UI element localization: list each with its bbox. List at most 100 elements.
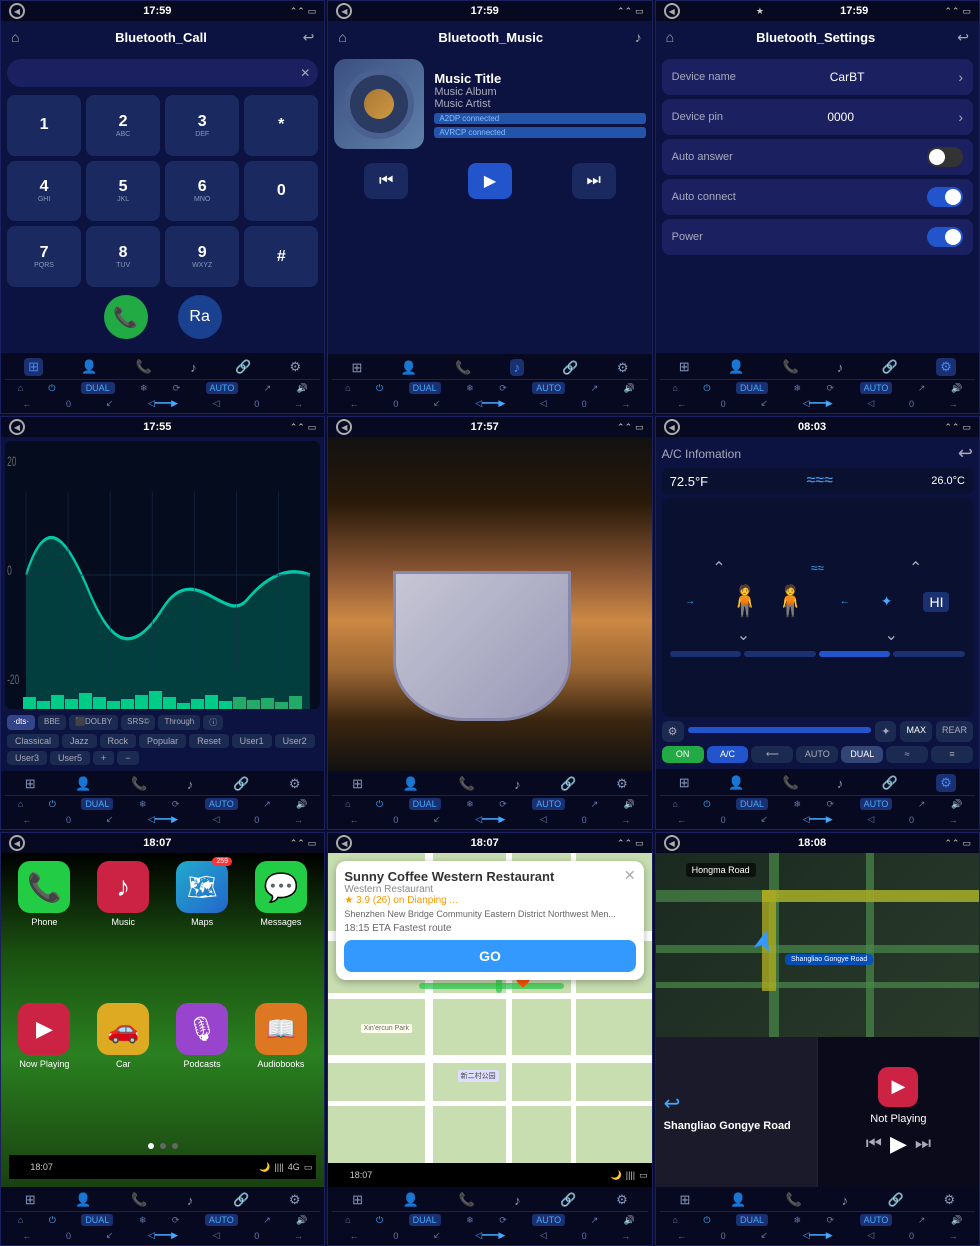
dial-star[interactable]: *	[244, 95, 318, 156]
tb-link-p5[interactable]: 🔗	[560, 776, 576, 792]
back-button-p6[interactable]: ◀	[664, 419, 680, 435]
tb-tdown-p8[interactable]: ↙	[433, 1230, 441, 1241]
tb-phone-p6[interactable]: 📞	[782, 775, 798, 791]
tb-vol-p6[interactable]: 🔊	[951, 799, 962, 810]
ac-slider-2[interactable]	[744, 651, 816, 657]
tb-vol-p8[interactable]: 🔊	[624, 1215, 635, 1226]
tb-snow-p8[interactable]: ❄	[466, 1215, 474, 1226]
ac-rear-defrost-btn[interactable]: ≡	[931, 746, 973, 763]
tb-grid-p7[interactable]: ⊞	[25, 1192, 36, 1208]
tb-fan-p9[interactable]: ⟳	[827, 1215, 835, 1226]
tb-person-p4[interactable]: 👤	[75, 776, 91, 792]
device-name-row[interactable]: Device name CarBT ›	[662, 59, 973, 95]
tb-person-p3[interactable]: 👤	[728, 359, 744, 375]
tb-dual-p2[interactable]: DUAL	[409, 382, 441, 394]
tb-tdown-p5[interactable]: ↙	[433, 814, 441, 825]
ac-dual-btn[interactable]: DUAL	[841, 746, 883, 763]
tb-left-arrow-p1[interactable]: ←	[22, 399, 31, 409]
nav-next-btn[interactable]: ⏭	[915, 1133, 931, 1154]
tb-grid-icon-p1[interactable]: ⊞	[24, 358, 43, 376]
tb-link-p9[interactable]: 🔗	[888, 1192, 904, 1208]
app-car[interactable]: 🚗 Car	[88, 1003, 159, 1137]
dial-3[interactable]: 3DEF	[165, 95, 239, 156]
tb-cold-p8[interactable]: ◁	[540, 1230, 547, 1241]
tb-music-p4[interactable]: ♪	[187, 777, 194, 792]
tb-gear-icon-p2[interactable]: ⚙	[617, 360, 629, 376]
tb-right-p8[interactable]: →	[621, 1231, 630, 1241]
tb-music-p8[interactable]: ♪	[514, 1193, 521, 1208]
preset-user1[interactable]: User1	[232, 734, 272, 748]
tb-power-p4[interactable]: ⏻	[49, 799, 56, 810]
tb-snow-p5[interactable]: ❄	[466, 799, 474, 810]
tb-tdown-p2[interactable]: ↙	[433, 398, 441, 409]
tb-power-p8[interactable]: ⏻	[376, 1215, 383, 1226]
close-icon-p3[interactable]: ↩	[957, 29, 969, 46]
tb-snow-p2[interactable]: ❄	[466, 383, 474, 394]
preset-minus[interactable]: −	[117, 751, 138, 765]
tb-link-p4[interactable]: 🔗	[233, 776, 249, 792]
tb-gear-p4[interactable]: ⚙	[289, 776, 301, 792]
tb-snow-p4[interactable]: ❄	[139, 799, 147, 810]
tb-left-p5[interactable]: ←	[350, 815, 359, 825]
tb-gear-p9[interactable]: ⚙	[943, 1192, 955, 1208]
search-input-p1[interactable]	[15, 67, 300, 79]
device-pin-row[interactable]: Device pin 0000 ›	[662, 99, 973, 135]
tb-slider-p3[interactable]: ◁━━━▶	[803, 398, 833, 409]
tb-dir-p6[interactable]: ↗	[918, 799, 926, 810]
tb-temp-cold-p1[interactable]: ◁	[213, 398, 220, 409]
tb-music-p7[interactable]: ♪	[187, 1193, 194, 1208]
tb-snow-p3[interactable]: ❄	[793, 383, 801, 394]
tb-person-p6[interactable]: 👤	[728, 775, 744, 791]
tb-right-p5[interactable]: →	[621, 815, 630, 825]
dial-9[interactable]: 9WXYZ	[165, 226, 239, 287]
tb-slider-p4[interactable]: ◁━━━▶	[148, 814, 178, 825]
auto-connect-toggle[interactable]	[927, 187, 963, 207]
auto-answer-toggle[interactable]	[927, 147, 963, 167]
tb-tdown-p7[interactable]: ↙	[106, 1230, 114, 1241]
tb-music-p6[interactable]: ♪	[837, 776, 844, 791]
tb-vol-p9[interactable]: 🔊	[951, 1215, 962, 1226]
tb-phone-p9[interactable]: 📞	[786, 1192, 802, 1208]
tb-home-p1[interactable]: ⌂	[18, 383, 23, 393]
tb-auto-p6[interactable]: AUTO	[860, 798, 893, 810]
tb-dir-p2[interactable]: ↗	[591, 383, 599, 394]
tb-person-p7[interactable]: 👤	[75, 1192, 91, 1208]
app-podcasts[interactable]: 🎙 Podcasts	[167, 1003, 238, 1137]
tb-link-icon-p1[interactable]: 🔗	[235, 359, 251, 375]
dial-hash[interactable]: #	[244, 226, 318, 287]
tb-right-p3[interactable]: →	[949, 399, 958, 409]
tb-fan-p4[interactable]: ⟳	[172, 799, 180, 810]
app-audiobooks[interactable]: 📖 Audiobooks	[245, 1003, 316, 1137]
go-button[interactable]: GO	[344, 940, 635, 972]
tb-auto-p5[interactable]: AUTO	[532, 798, 565, 810]
tb-music-p9[interactable]: ♪	[842, 1193, 849, 1208]
ac-slider-1[interactable]	[670, 651, 742, 657]
dot-2[interactable]	[160, 1143, 166, 1149]
tb-music-icon-p2[interactable]: ♪	[510, 359, 525, 376]
tb-fan-p5[interactable]: ⟳	[499, 799, 507, 810]
tb-home-p6[interactable]: ⌂	[672, 799, 677, 809]
poi-close-button[interactable]: ✕	[624, 867, 636, 884]
preset-jazz[interactable]: Jazz	[62, 734, 97, 748]
tb-dual-p3[interactable]: DUAL	[736, 382, 768, 394]
ac-slider-3[interactable]	[819, 651, 891, 657]
close-icon-p1[interactable]: ↩	[303, 29, 315, 46]
tb-dir-p9[interactable]: ↗	[918, 1215, 926, 1226]
search-clear-p1[interactable]: ✕	[300, 66, 310, 80]
tb-right-p9[interactable]: →	[949, 1231, 958, 1241]
contacts-button[interactable]: Ra	[178, 295, 222, 339]
tb-home-p8[interactable]: ⌂	[345, 1215, 350, 1225]
tb-dir-p3[interactable]: ↗	[918, 383, 926, 394]
home-icon-p2[interactable]: ⌂	[338, 29, 346, 45]
ac-windshield-btn[interactable]: ⟵	[751, 746, 793, 763]
tb-left-p7[interactable]: ←	[22, 1231, 31, 1241]
dial-2[interactable]: 2ABC	[86, 95, 160, 156]
music-note-icon-p2[interactable]: ♪	[635, 29, 642, 45]
dial-7[interactable]: 7PQRS	[7, 226, 81, 287]
app-phone[interactable]: 📞 Phone	[9, 861, 80, 995]
prev-button[interactable]: ⏮	[364, 163, 408, 199]
preset-popular[interactable]: Popular	[139, 734, 186, 748]
app-nowplaying[interactable]: ▶ Now Playing	[9, 1003, 80, 1137]
tb-gear-p7[interactable]: ⚙	[289, 1192, 301, 1208]
tb-link-p7[interactable]: 🔗	[233, 1192, 249, 1208]
